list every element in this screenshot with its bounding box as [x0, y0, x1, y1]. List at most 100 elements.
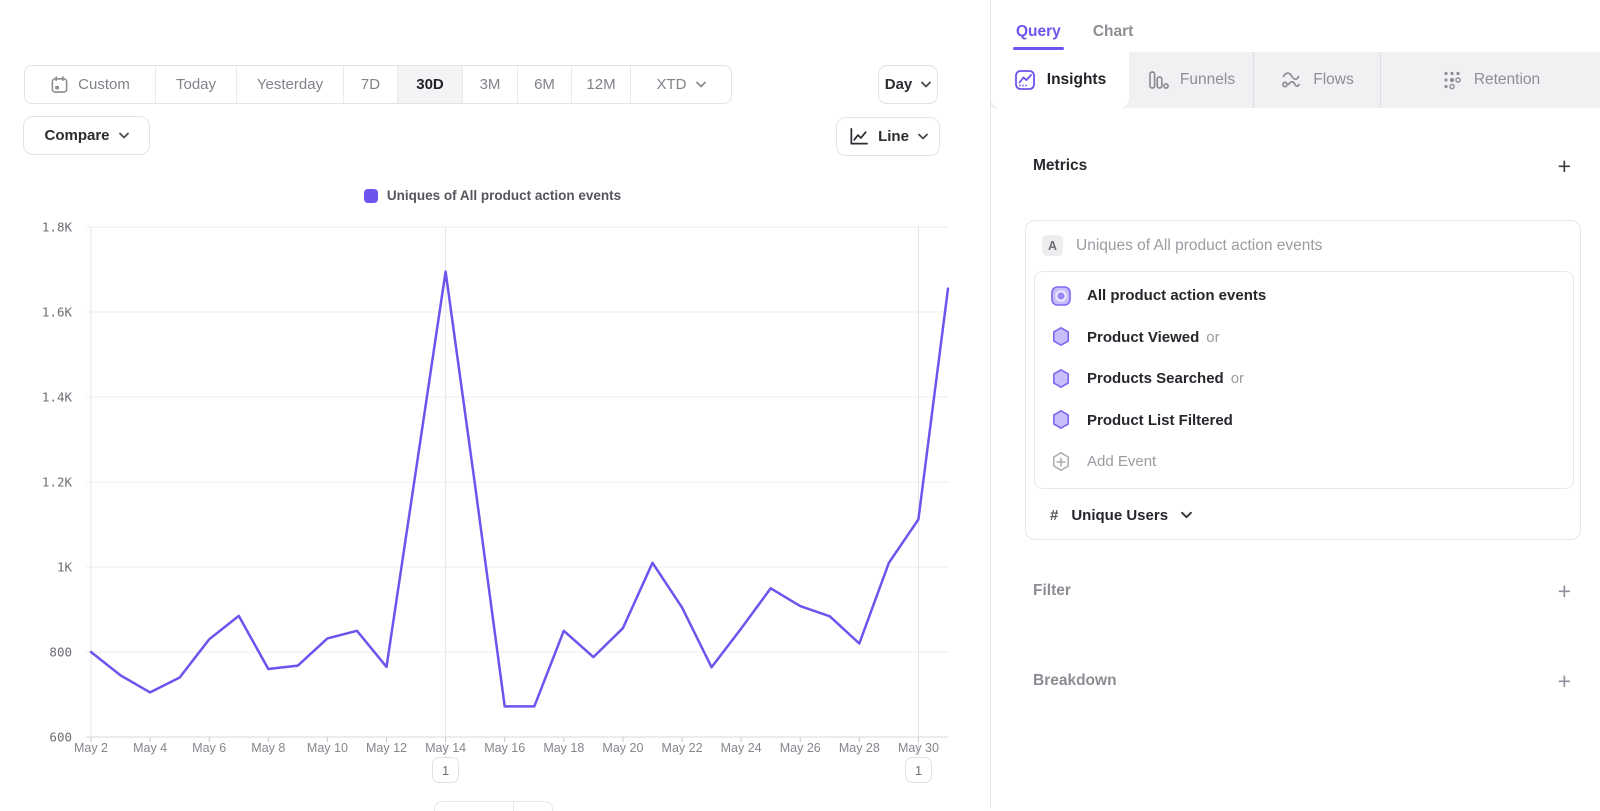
x-tick-label: May 10 [307, 741, 348, 755]
x-tick-label: May 20 [602, 741, 643, 755]
range-label: Yesterday [257, 76, 323, 93]
x-tick-label: May 14 [425, 741, 466, 755]
tab-query[interactable]: Query [1016, 23, 1061, 41]
y-tick-label: 1.2K [42, 475, 73, 490]
tab-funnels[interactable]: Funnels [1129, 52, 1254, 108]
x-tick-label: May 16 [484, 741, 525, 755]
y-tick-label: 1K [57, 560, 73, 575]
series-line[interactable] [91, 272, 948, 707]
y-tick-label: 1.6K [42, 305, 73, 320]
line-chart[interactable]: 1.8K 1.6K 1.4K 1.2K 1K 800 600May 2 May 4 May 6 M… [0, 210, 985, 809]
range-label: 30D [416, 76, 444, 93]
tab-flows[interactable]: Flows [1254, 52, 1381, 108]
range-label: 7D [361, 76, 380, 93]
event-row[interactable]: All product action events [1035, 275, 1573, 317]
tab-chart[interactable]: Chart [1093, 23, 1133, 41]
range-3m-button[interactable]: 3M [463, 66, 518, 103]
tab-flows-label: Flows [1313, 71, 1353, 89]
y-tick-label: 1.4K [42, 390, 73, 405]
x-tick-label: May 28 [839, 741, 880, 755]
x-tick-label: May 18 [543, 741, 584, 755]
event-row[interactable]: Products Searched or [1035, 358, 1573, 400]
x-tick-label: May 8 [251, 741, 285, 755]
retention-icon [1441, 69, 1463, 91]
granularity-dropdown[interactable]: Day [878, 65, 938, 104]
range-label: 3M [480, 76, 501, 93]
range-yesterday-button[interactable]: Yesterday [237, 66, 344, 103]
breakdown-heading: Breakdown [1033, 672, 1117, 690]
all-events-icon [1050, 285, 1072, 307]
metric-title: Uniques of All product action events [1076, 237, 1322, 255]
range-label: XTD [657, 76, 687, 93]
range-30d-button[interactable]: 30D [398, 66, 463, 103]
chart-type-dropdown[interactable]: Line [836, 117, 940, 156]
event-hexagon-icon [1050, 409, 1072, 431]
tab-insights[interactable]: Insights [991, 52, 1129, 108]
event-label: Add Event [1087, 453, 1156, 470]
range-custom-button[interactable]: Custom [25, 66, 156, 103]
events-card: All product action events Product Viewedo… [1034, 271, 1574, 489]
breakdown-section-header: Breakdown + [991, 666, 1600, 696]
insights-icon [1014, 69, 1036, 91]
chevron-down-icon [1181, 511, 1192, 519]
x-tick-label: May 2 [74, 741, 108, 755]
event-label: Product List Filtered [1087, 412, 1233, 429]
y-tick-label: 1.8K [42, 220, 73, 235]
chart-legend[interactable]: Uniques of All product action events [0, 188, 985, 203]
event-row[interactable]: Product List Filtered [1035, 400, 1573, 442]
legend-label: Uniques of All product action events [387, 188, 621, 203]
metrics-section-header: Metrics + [991, 151, 1600, 181]
calendar-icon [50, 75, 69, 94]
range-7d-button[interactable]: 7D [344, 66, 398, 103]
panel-header: Query Chart [991, 0, 1600, 52]
chevron-down-icon [119, 132, 129, 139]
y-tick-label: 800 [49, 645, 72, 660]
metrics-heading: Metrics [1033, 157, 1087, 175]
add-event-icon [1050, 451, 1072, 473]
add-event-row[interactable]: Add Event [1035, 441, 1573, 483]
x-tick-label: May 6 [192, 741, 226, 755]
filter-heading: Filter [1033, 582, 1071, 600]
range-xtd-button[interactable]: XTD [631, 66, 731, 103]
x-tick-label: May 12 [366, 741, 407, 755]
range-today-button[interactable]: Today [156, 66, 237, 103]
chevron-down-icon [918, 133, 928, 140]
event-label: All product action events [1087, 287, 1266, 304]
event-hexagon-icon [1050, 326, 1072, 348]
flows-icon [1280, 69, 1302, 91]
event-operator: or [1231, 370, 1244, 387]
annotation-marker[interactable]: 1 [432, 757, 459, 783]
metric-card: A Uniques of All product action events A… [1025, 220, 1581, 540]
tab-funnels-label: Funnels [1180, 71, 1235, 89]
chart-type-label: Line [878, 128, 909, 145]
tab-retention[interactable]: Retention [1381, 52, 1600, 108]
event-row[interactable]: Product Viewedor [1035, 317, 1573, 359]
annotation-marker[interactable]: 1 [905, 757, 932, 783]
event-label: Products Searched [1087, 370, 1224, 387]
y-tick-label: 600 [49, 730, 72, 745]
measurement-label: Unique Users [1071, 507, 1168, 524]
chevron-down-icon [921, 81, 931, 88]
x-tick-label: May 24 [721, 741, 762, 755]
axis-pagination-partial[interactable] [434, 801, 553, 811]
x-tick-label: May 4 [133, 741, 167, 755]
add-breakdown-button[interactable]: + [1558, 670, 1571, 693]
add-filter-button[interactable]: + [1558, 580, 1571, 603]
report-type-tabs: Insights Funnels Flows Retention [991, 52, 1600, 108]
range-label: Custom [78, 76, 130, 93]
tab-insights-label: Insights [1047, 71, 1106, 89]
x-tick-label: May 26 [780, 741, 821, 755]
compare-dropdown[interactable]: Compare [23, 116, 150, 155]
range-label: 6M [534, 76, 555, 93]
event-operator: or [1206, 329, 1219, 346]
metric-card-header[interactable]: A Uniques of All product action events [1026, 221, 1580, 266]
legend-swatch [364, 189, 378, 203]
measurement-dropdown[interactable]: # Unique Users [1050, 502, 1192, 528]
add-metric-button[interactable]: + [1558, 155, 1571, 178]
range-6m-button[interactable]: 6M [518, 66, 572, 103]
range-label: Today [176, 76, 216, 93]
range-label: 12M [586, 76, 615, 93]
filter-section-header: Filter + [991, 576, 1600, 606]
granularity-label: Day [885, 76, 913, 93]
range-12m-button[interactable]: 12M [572, 66, 631, 103]
